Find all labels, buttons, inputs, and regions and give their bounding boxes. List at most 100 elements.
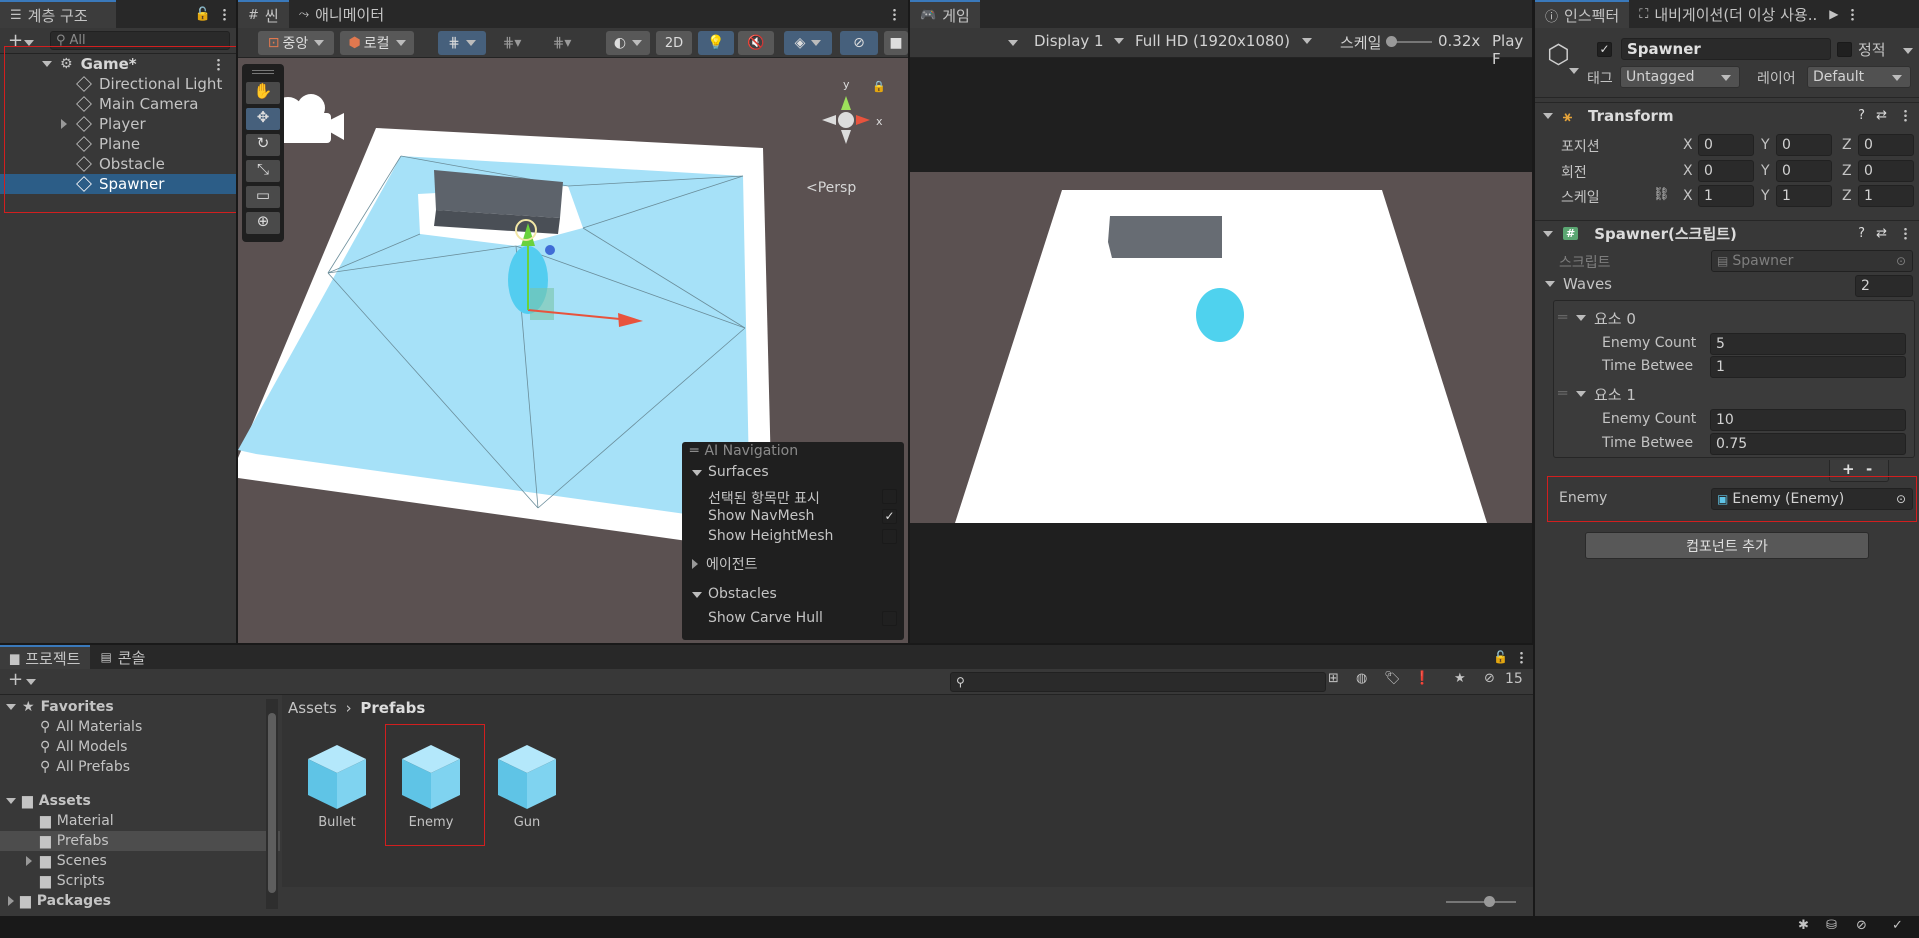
overlay-title[interactable]: ═ AI Navigation bbox=[690, 443, 798, 463]
tab-console[interactable]: ▤ 콘솔 bbox=[90, 645, 155, 669]
lock-icon[interactable]: 🔓 bbox=[1493, 650, 1508, 664]
reorder-handle-icon[interactable]: ═ bbox=[1558, 384, 1567, 402]
reorder-handle-icon[interactable]: ═ bbox=[1558, 308, 1567, 326]
audio-toggle-button[interactable]: 🔇 bbox=[738, 31, 774, 55]
rotation-z-field[interactable]: 0 bbox=[1858, 160, 1914, 182]
scale-y-field[interactable]: 1 bbox=[1776, 185, 1832, 207]
favorites-foldout[interactable]: ★ Favorites bbox=[0, 697, 280, 717]
tab-game[interactable]: 🎮 게임 bbox=[910, 0, 980, 28]
hidden-objects-button[interactable]: ⊘ bbox=[840, 31, 878, 55]
waves-size-field[interactable]: 2 bbox=[1855, 275, 1913, 297]
show-carve-hull-checkbox[interactable] bbox=[882, 611, 897, 626]
resolution-dropdown[interactable]: Full HD (1920x1080) bbox=[1135, 32, 1312, 50]
rotation-x-field[interactable]: 0 bbox=[1698, 160, 1754, 182]
drag-handle[interactable] bbox=[252, 70, 274, 74]
gizmo-lock-icon[interactable]: 🔒 bbox=[872, 80, 886, 93]
hidden-packages-icon[interactable]: ⊘ bbox=[1484, 671, 1495, 686]
static-checkbox[interactable] bbox=[1837, 42, 1852, 57]
tab-animator[interactable]: ⤳ 애니메이터 bbox=[289, 0, 394, 28]
show-heightmesh-checkbox[interactable] bbox=[882, 529, 897, 544]
asset-item[interactable]: Gun bbox=[492, 739, 562, 839]
add-component-button[interactable]: 컴포넌트 추가 bbox=[1585, 532, 1869, 559]
tab-navigation[interactable]: ⛶ 내비게이션(더 이상 사용.. bbox=[1629, 0, 1827, 28]
assets-foldout[interactable]: ▆ Assets bbox=[0, 791, 280, 811]
debug-icon[interactable]: ✱ bbox=[1798, 918, 1809, 933]
tab-project[interactable]: ▆ 프로젝트 bbox=[0, 645, 91, 669]
icon-chevron-icon[interactable] bbox=[1569, 68, 1579, 74]
enemy-count-field[interactable]: 5 bbox=[1710, 333, 1906, 355]
filter-type-icon[interactable]: ◍ bbox=[1356, 671, 1367, 686]
warning-icon[interactable]: ❗ bbox=[1414, 671, 1430, 686]
list-item[interactable]: ═ 요소 1 bbox=[1554, 383, 1914, 404]
help-icon[interactable]: ? bbox=[1858, 226, 1865, 241]
time-between-field[interactable]: 1 bbox=[1710, 356, 1906, 378]
asset-item[interactable]: Bullet bbox=[302, 739, 372, 839]
expand-arrow-icon[interactable] bbox=[1576, 315, 1586, 321]
object-picker-icon[interactable]: ⊙ bbox=[1896, 254, 1906, 268]
chevron-down-icon[interactable] bbox=[1903, 48, 1913, 54]
tab-hierarchy[interactable]: ☰ 계층 구조 bbox=[0, 0, 116, 28]
breadcrumb-assets[interactable]: Assets bbox=[288, 699, 337, 717]
icon-size-slider-thumb[interactable] bbox=[1484, 896, 1495, 907]
scale-slider[interactable] bbox=[1386, 36, 1432, 47]
more-menu-icon[interactable] bbox=[1520, 650, 1523, 664]
component-menu-icon[interactable] bbox=[1904, 227, 1907, 240]
favorite-star-icon[interactable]: ★ bbox=[1454, 671, 1466, 686]
persp-label[interactable]: <Persp bbox=[806, 180, 856, 196]
lock-icon[interactable]: 🔓 bbox=[195, 7, 211, 22]
component-menu-icon[interactable] bbox=[1904, 109, 1907, 122]
more-menu-icon[interactable] bbox=[1850, 7, 1854, 21]
position-x-field[interactable]: 0 bbox=[1698, 134, 1754, 156]
constrain-proportions-icon[interactable]: ⛓ bbox=[1653, 187, 1670, 202]
more-menu-icon[interactable] bbox=[223, 7, 226, 21]
position-z-field[interactable]: 0 bbox=[1858, 134, 1914, 156]
tab-scene[interactable]: # 씬 bbox=[238, 0, 289, 28]
folder-item-selected[interactable]: ▆ Prefabs bbox=[0, 831, 280, 851]
show-selected-checkbox[interactable] bbox=[882, 489, 897, 504]
favorite-item[interactable]: ⚲ All Materials bbox=[0, 717, 280, 737]
object-name-field[interactable]: Spawner bbox=[1621, 38, 1831, 60]
folder-item[interactable]: ▆ Scenes bbox=[0, 851, 280, 871]
game-viewport[interactable] bbox=[910, 172, 1532, 523]
chevron-down-icon[interactable] bbox=[26, 679, 36, 685]
display-dropdown[interactable]: Display 1 bbox=[1034, 32, 1124, 50]
transform-tool-button[interactable]: ⊕ bbox=[246, 212, 280, 234]
tree-scrollbar[interactable] bbox=[266, 699, 278, 909]
breadcrumb-prefabs[interactable]: Prefabs bbox=[360, 699, 425, 717]
rotation-y-field[interactable]: 0 bbox=[1776, 160, 1832, 182]
help-icon[interactable]: ? bbox=[1858, 108, 1865, 123]
scale-tool-button[interactable]: ⤡ bbox=[246, 160, 280, 182]
tag-dropdown[interactable]: Untagged bbox=[1620, 66, 1740, 88]
tab-inspector[interactable]: ⓘ 인스펙터 bbox=[1535, 0, 1630, 28]
effects-button[interactable]: ◈ bbox=[784, 31, 832, 55]
favorite-item[interactable]: ⚲ All Models bbox=[0, 737, 280, 757]
preset-icon[interactable]: ⇄ bbox=[1876, 226, 1887, 241]
2d-toggle-button[interactable]: 2D bbox=[656, 31, 692, 55]
show-navmesh-checkbox[interactable]: ✓ bbox=[882, 509, 897, 524]
folder-item[interactable]: ▆ Scripts bbox=[0, 871, 280, 891]
rotate-tool-button[interactable]: ↻ bbox=[246, 134, 280, 156]
packages-foldout[interactable]: ▆ Packages bbox=[0, 891, 280, 911]
scroll-thumb[interactable] bbox=[268, 713, 276, 893]
network-icon[interactable]: ⊘ bbox=[1856, 918, 1867, 933]
move-gizmo-z-handle[interactable] bbox=[545, 245, 555, 255]
scale-x-field[interactable]: 1 bbox=[1698, 185, 1754, 207]
pivot-dropdown[interactable]: ⊡ 중앙 bbox=[258, 31, 334, 55]
folder-item[interactable]: ▆ Material bbox=[0, 811, 280, 831]
tab-scroll-right-icon[interactable]: ▶ bbox=[1829, 7, 1838, 21]
transform-header[interactable]: ⚹ Transform ? ⇄ bbox=[1535, 102, 1919, 128]
hand-tool-button[interactable]: ✋ bbox=[246, 82, 280, 104]
surfaces-foldout[interactable]: Surfaces bbox=[692, 464, 769, 480]
camera-button[interactable]: ■ bbox=[884, 31, 908, 55]
preset-icon[interactable]: ⇄ bbox=[1876, 108, 1887, 123]
enemy-count-field[interactable]: 10 bbox=[1710, 409, 1906, 431]
agents-foldout[interactable]: 에이전트 bbox=[692, 554, 758, 574]
cache-icon[interactable]: ⛁ bbox=[1826, 918, 1837, 933]
increment-snap-button[interactable]: ⋕▾ bbox=[490, 31, 534, 55]
more-menu-icon[interactable] bbox=[893, 7, 896, 21]
scale-z-field[interactable]: 1 bbox=[1858, 185, 1914, 207]
waves-foldout[interactable]: Waves bbox=[1545, 275, 1612, 293]
expand-arrow-icon[interactable] bbox=[1576, 391, 1586, 397]
list-item[interactable]: ═ 요소 0 bbox=[1554, 307, 1914, 328]
layer-dropdown[interactable]: Default bbox=[1807, 66, 1911, 88]
